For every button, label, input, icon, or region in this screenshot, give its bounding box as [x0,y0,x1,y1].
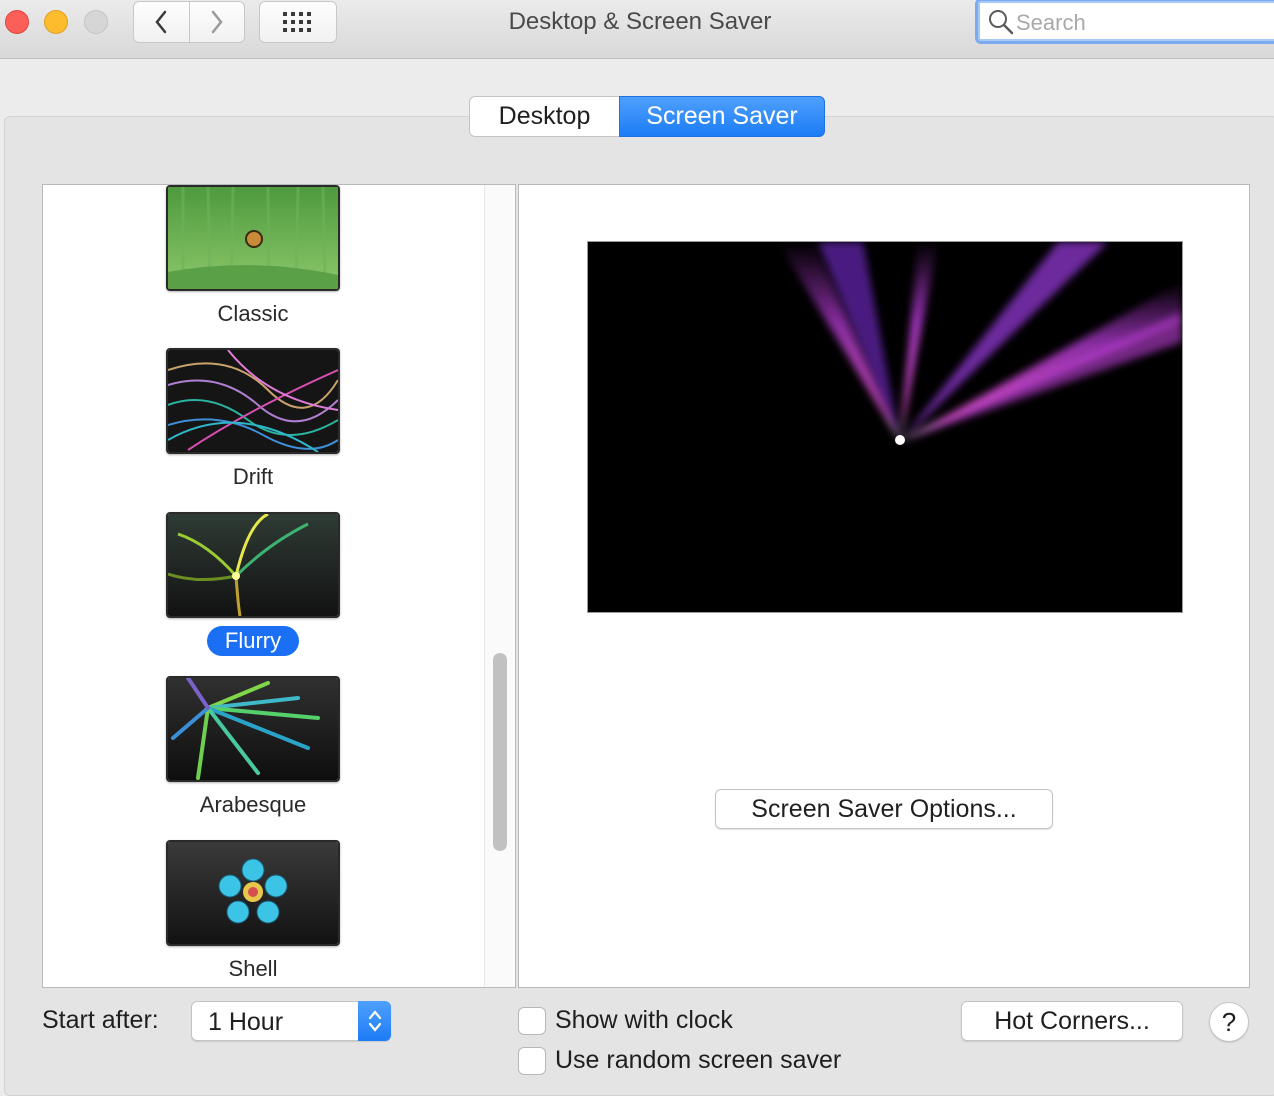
saver-item-classic[interactable]: Classic [166,185,340,329]
tab-screen-saver[interactable]: Screen Saver [619,96,825,137]
search-placeholder: Search [1016,10,1086,35]
saver-label: Shell [228,956,278,981]
chevron-left-icon [155,10,167,34]
help-button[interactable]: ? [1209,1002,1249,1042]
title-bar: Desktop & Screen Saver Search [0,0,1274,59]
show-clock-checkbox[interactable] [518,1007,546,1035]
show-all-button[interactable] [259,1,337,43]
saver-label: Arabesque [199,792,307,817]
window-title: Desktop & Screen Saver [508,8,772,35]
start-after-value: 1 Hour [208,1008,284,1036]
up-down-chevron-icon [368,1010,381,1032]
zoom-window-button[interactable] [84,10,108,34]
random-saver-checkbox[interactable] [518,1047,546,1075]
random-saver-label[interactable]: Use random screen saver [555,1046,841,1075]
screen-saver-options-button[interactable]: Screen Saver Options... [715,789,1053,829]
select-stepper[interactable] [358,1001,391,1041]
arabesque-thumbnail [166,676,340,782]
search-field[interactable]: Search [975,0,1274,44]
screen-saver-list[interactable]: Classic Drift Flurry Arabesque Shell [42,184,516,988]
hot-corners-button[interactable]: Hot Corners... [961,1001,1183,1041]
tab-desktop[interactable]: Desktop [469,96,619,137]
start-after-label: Start after: [42,1006,159,1034]
classic-thumbnail [166,185,340,291]
saver-item-shell[interactable]: Shell [166,840,340,984]
saver-item-drift[interactable]: Drift [166,348,340,492]
close-window-button[interactable] [5,10,29,34]
navigation-buttons [133,1,245,43]
preview-pane: Screen Saver Options... [518,184,1250,988]
saver-item-arabesque[interactable]: Arabesque [166,676,340,820]
segmented-tabs: Desktop Screen Saver [469,96,825,137]
shell-thumbnail [166,840,340,946]
saver-label: Classic [217,301,289,326]
show-clock-label[interactable]: Show with clock [555,1006,733,1035]
forward-button[interactable] [190,2,245,42]
chevron-right-icon [211,10,223,34]
back-button[interactable] [134,2,190,42]
minimize-window-button[interactable] [44,10,68,34]
drift-thumbnail [166,348,340,454]
flurry-preview-image [778,242,1182,445]
start-after-select[interactable]: 1 Hour [191,1001,391,1041]
grid-icon [283,12,311,32]
saver-item-flurry[interactable]: Flurry [166,512,340,656]
scrollbar-thumb[interactable] [493,653,507,851]
list-scrollbar[interactable] [484,185,515,987]
saver-label: Drift [232,464,274,489]
search-icon [989,10,1014,35]
saver-label-selected: Flurry [206,626,300,656]
flurry-thumbnail [166,512,340,618]
screen-saver-preview [587,241,1183,613]
